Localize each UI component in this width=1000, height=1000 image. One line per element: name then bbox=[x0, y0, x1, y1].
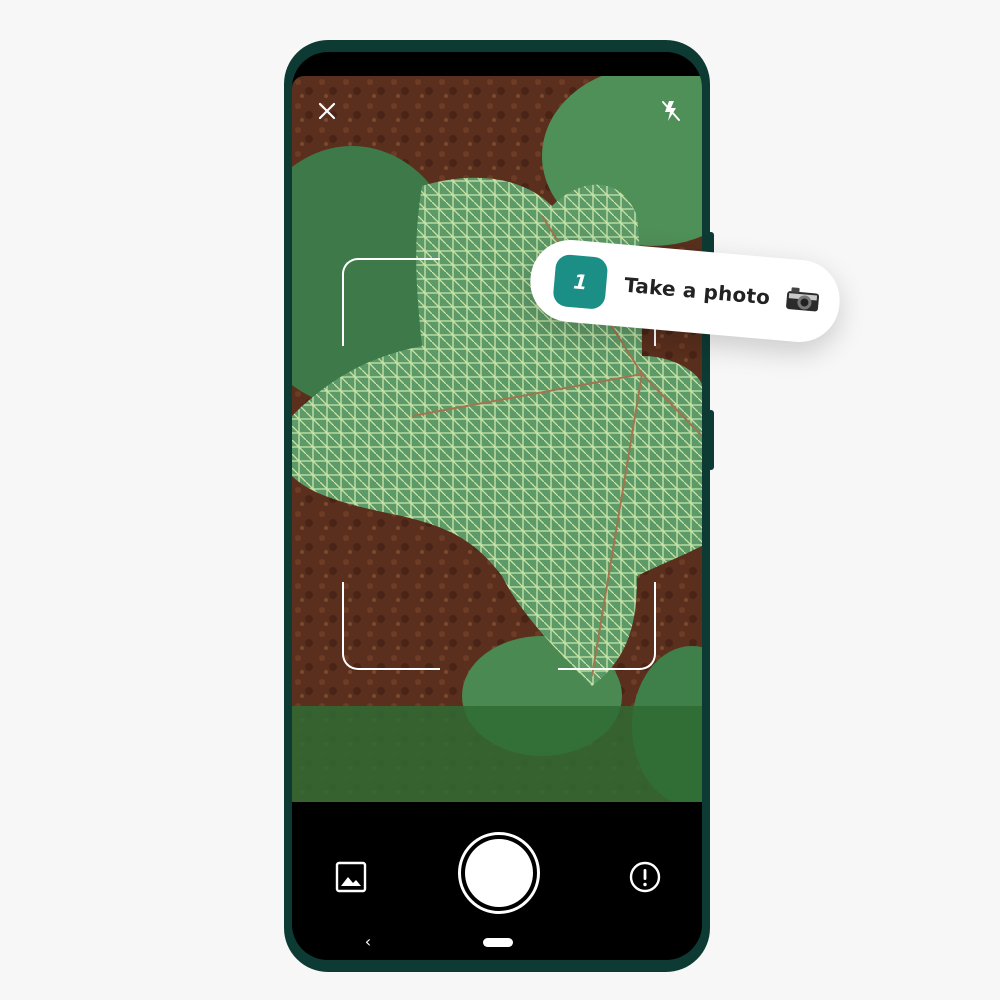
camera-controls: ‹ bbox=[292, 802, 702, 960]
shutter-button-inner bbox=[465, 839, 533, 907]
focus-frame-corner bbox=[342, 582, 440, 670]
gallery-icon[interactable] bbox=[334, 860, 368, 894]
callout-label: Take a photo bbox=[623, 270, 822, 318]
close-icon[interactable] bbox=[312, 96, 342, 126]
camera-screen: ‹ bbox=[292, 52, 702, 960]
info-icon[interactable] bbox=[628, 860, 662, 894]
callout-text: Take a photo bbox=[623, 272, 772, 309]
nav-home-button[interactable] bbox=[483, 938, 513, 947]
shutter-button[interactable] bbox=[458, 832, 540, 914]
camera-viewfinder bbox=[292, 76, 702, 802]
nav-back-button[interactable]: ‹ bbox=[358, 932, 378, 952]
focus-frame-corner bbox=[342, 258, 440, 346]
focus-frame-corner bbox=[558, 582, 656, 670]
camera-icon bbox=[784, 284, 823, 318]
leaf-photo bbox=[292, 76, 702, 802]
flash-off-icon[interactable] bbox=[656, 96, 686, 126]
step-number-badge: 1 bbox=[552, 253, 609, 311]
